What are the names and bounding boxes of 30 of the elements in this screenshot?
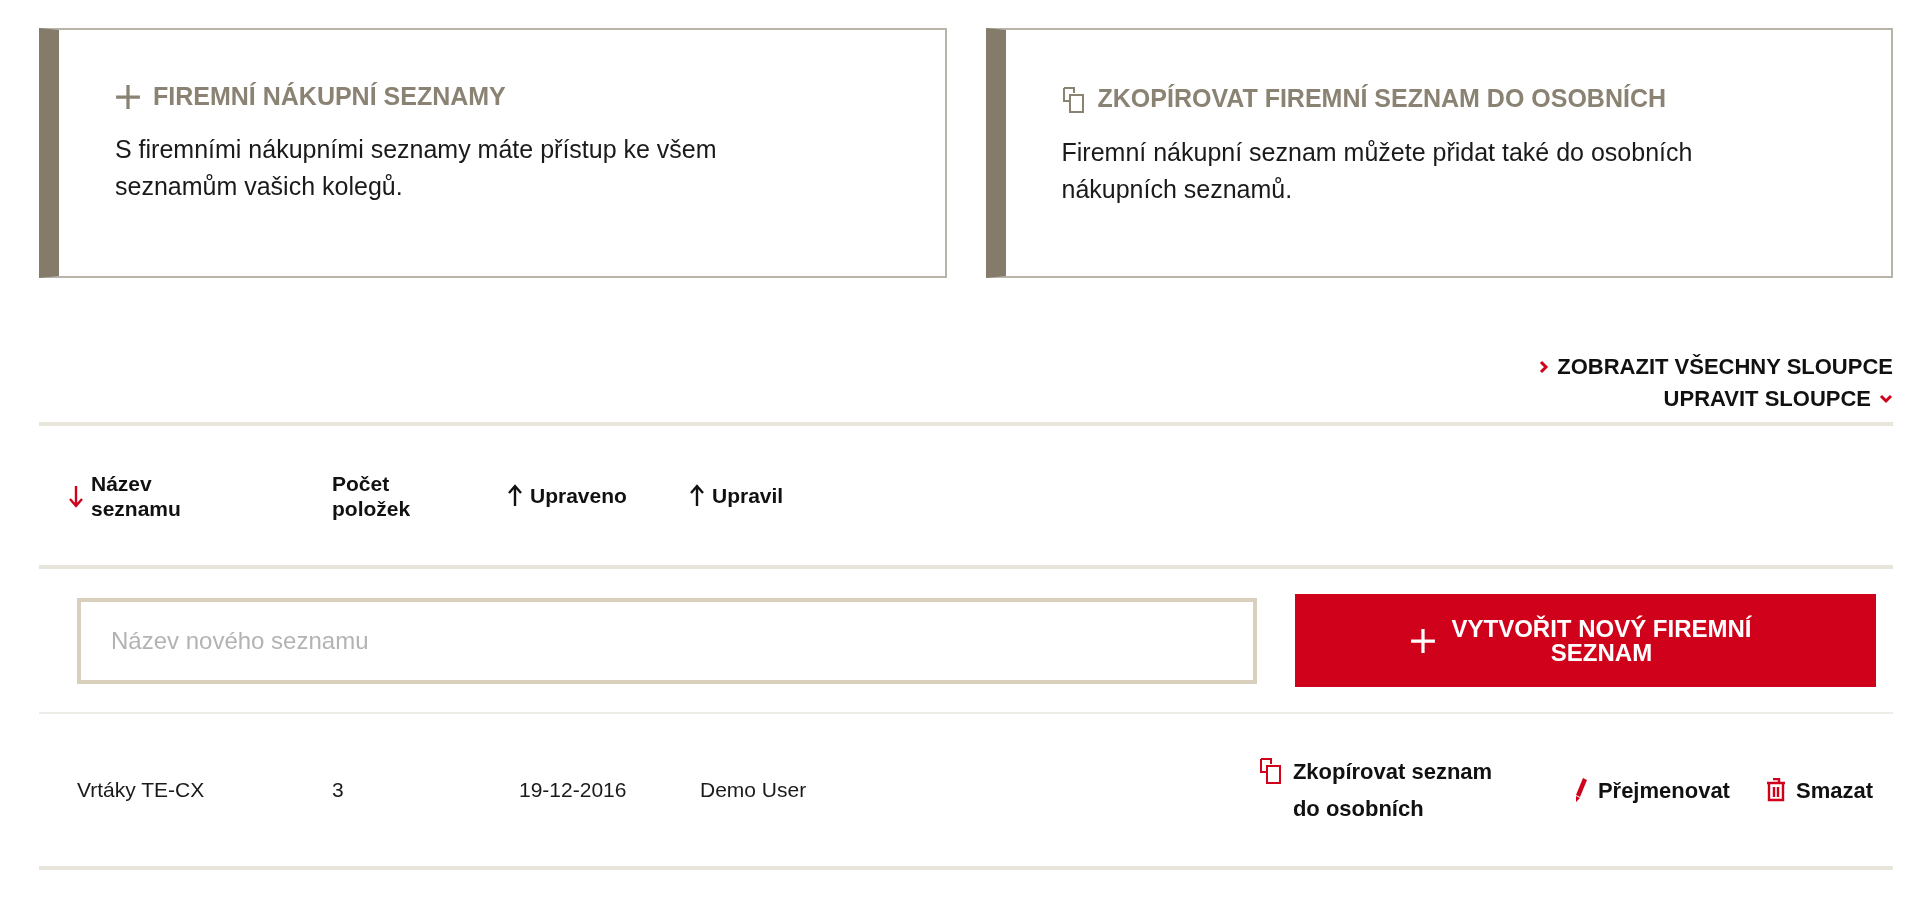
table-cell-text: 3 xyxy=(332,778,345,802)
copy-icon xyxy=(1061,86,1086,114)
arrow-up-icon xyxy=(508,483,522,508)
plus-icon xyxy=(115,83,141,110)
column-header[interactable]: Upravil xyxy=(690,483,784,508)
card-title: FIREMNÍ NÁKUPNÍ SEZNAMY xyxy=(153,82,506,111)
arrow-down-icon xyxy=(69,483,83,508)
list-name-field[interactable]: Název nového seznamu xyxy=(77,597,1257,684)
chevron-right-icon xyxy=(1539,360,1550,374)
card-text: Firemní nákupní seznam můžete přidat také do osobních nákupních seznamů. xyxy=(1061,137,1694,205)
column-link[interactable]: UPRAVIT SLOUPCE xyxy=(1663,386,1893,412)
card-text: S firemními nákupními seznamy máte přístup ke všem seznamům vašich kolegů. xyxy=(115,134,718,202)
plus-icon xyxy=(1409,627,1436,654)
chevron-down-icon xyxy=(1879,394,1893,404)
pencil-icon xyxy=(1573,777,1588,803)
copy-action[interactable]: Zkopírovat seznam do osobních xyxy=(1258,753,1508,827)
card-title: ZKOPÍROVAT FIREMNÍ SEZNAM DO OSOBNÍCH xyxy=(1097,83,1667,113)
column-header[interactable]: Název seznamu xyxy=(69,470,201,521)
column-link[interactable]: ZOBRAZIT VŠECHNY SLOUPCE xyxy=(1539,354,1893,380)
table-cell-text: Vrtáky TE-CX xyxy=(77,778,206,802)
delete-action[interactable]: Smazat xyxy=(1765,771,1873,809)
column-header[interactable]: Počet položek xyxy=(332,470,442,521)
table-cell-text: 19-12-2016 xyxy=(518,778,628,802)
rename-action[interactable]: Přejmenovat xyxy=(1573,771,1730,809)
column-header[interactable]: Upraveno xyxy=(508,483,627,508)
table-cell-text: Demo User xyxy=(699,778,808,802)
arrow-up-icon xyxy=(690,483,704,508)
copy-icon xyxy=(1258,757,1283,785)
create-list-button[interactable]: VYTVOŘIT NOVÝ FIREMNÍ SEZNAM xyxy=(1295,594,1876,687)
trash-icon xyxy=(1765,778,1786,802)
